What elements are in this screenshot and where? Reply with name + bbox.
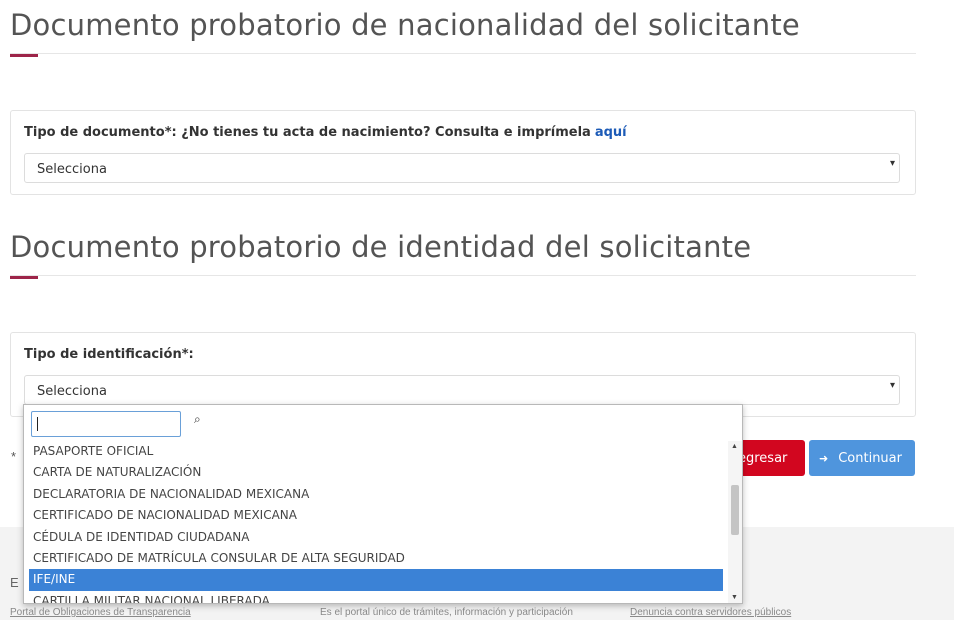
search-icon: ⌕ — [194, 412, 201, 426]
document-type-label-text: Tipo de documento*: ¿No tienes tu acta d… — [24, 125, 591, 140]
dropdown-option[interactable]: PASAPORTE OFICIAL — [29, 441, 723, 462]
title-accent-bar — [10, 54, 38, 57]
text-cursor — [37, 417, 38, 431]
document-type-select[interactable]: Selecciona ▾ — [24, 153, 900, 183]
caret-down-icon: ▾ — [889, 158, 895, 169]
footer-link-complaint[interactable]: Denuncia contra servidores públicos — [630, 607, 791, 618]
identification-type-select-value: Selecciona — [37, 384, 107, 399]
title-divider — [10, 275, 916, 276]
arrow-right-icon: ➜ — [819, 451, 829, 465]
dropdown-option[interactable]: IFE/INE — [29, 569, 723, 591]
dropdown-option[interactable]: CERTIFICADO DE NACIONALIDAD MEXICANA — [29, 505, 723, 526]
birth-certificate-link[interactable]: aquí — [595, 125, 627, 140]
document-type-select-value: Selecciona — [37, 162, 107, 177]
scroll-up-icon[interactable]: ▲ — [731, 443, 738, 450]
title-divider — [10, 53, 916, 54]
nationality-panel: Tipo de documento*: ¿No tienes tu acta d… — [10, 110, 916, 195]
footer-text: E — [10, 575, 19, 590]
footer-link-portal[interactable]: Es el portal único de trámites, informac… — [320, 607, 573, 618]
dropdown-option[interactable]: CARTILLA MILITAR NACIONAL LIBERADA — [29, 591, 723, 603]
continue-button-label: Continuar — [838, 450, 902, 466]
title-accent-bar — [10, 276, 38, 279]
dropdown-scrollbar[interactable]: ▲ ▼ — [728, 441, 742, 603]
document-type-label: Tipo de documento*: ¿No tienes tu acta d… — [24, 125, 627, 140]
scrollbar-thumb[interactable] — [731, 485, 739, 535]
dropdown-search-input[interactable] — [31, 411, 181, 437]
identification-type-dropdown: ⌕ PASAPORTE OFICIAL CARTA DE NATURALIZACI… — [23, 404, 743, 604]
required-note-asterisk: * — [11, 449, 17, 464]
identification-type-label: Tipo de identificación*: — [24, 347, 194, 362]
identity-section-title: Documento probatorio de identidad del so… — [10, 230, 752, 264]
dropdown-option[interactable]: DECLARATORIA DE NACIONALIDAD MEXICANA — [29, 484, 723, 505]
dropdown-options-list: PASAPORTE OFICIAL CARTA DE NATURALIZACIÓN… — [29, 441, 723, 603]
scroll-down-icon[interactable]: ▼ — [731, 594, 738, 601]
dropdown-option[interactable]: CARTA DE NATURALIZACIÓN — [29, 462, 723, 483]
dropdown-option[interactable]: CÉDULA DE IDENTIDAD CIUDADANA — [29, 527, 723, 548]
continue-button[interactable]: ➜ Continuar — [809, 440, 915, 476]
identification-type-select[interactable]: Selecciona ▾ — [24, 375, 900, 405]
dropdown-option[interactable]: CERTIFICADO DE MATRÍCULA CONSULAR DE ALT… — [29, 548, 723, 569]
back-button-label: egresar — [738, 450, 788, 466]
footer-link-transparency[interactable]: Portal de Obligaciones de Transparencia — [10, 607, 191, 618]
nationality-section-title: Documento probatorio de nacionalidad del… — [10, 8, 800, 42]
caret-down-icon: ▾ — [889, 380, 895, 391]
